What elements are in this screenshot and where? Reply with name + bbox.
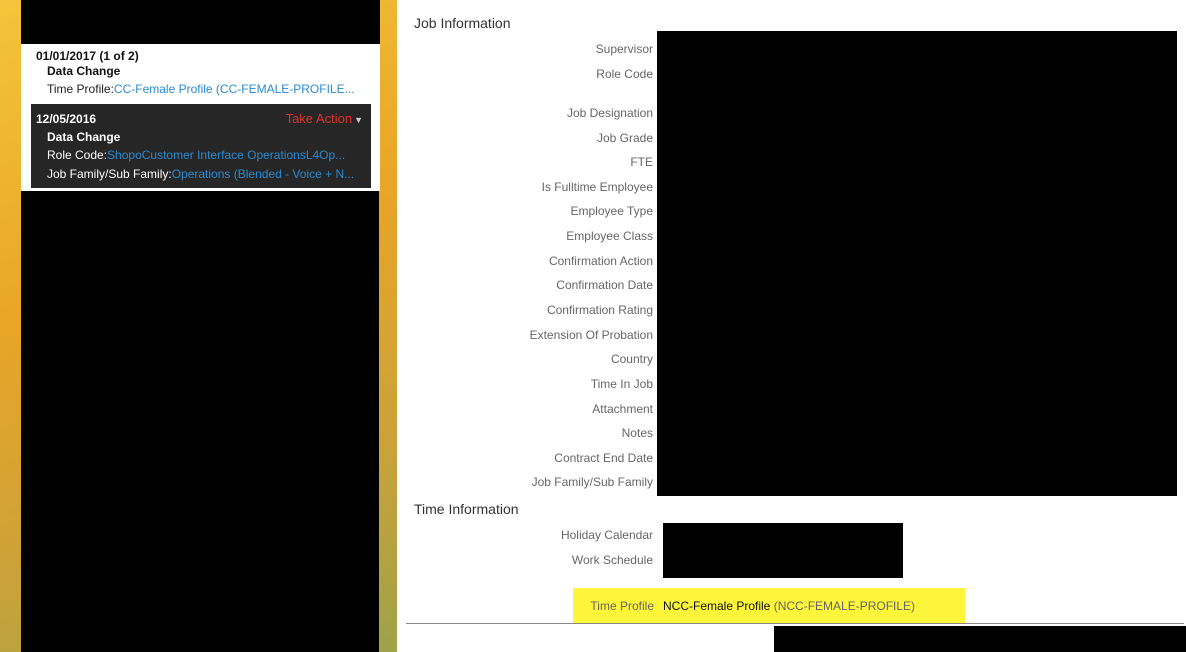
section-divider bbox=[406, 623, 1184, 624]
time-profile-highlight: Time Profile NCC-Female Profile (NCC-FEM… bbox=[573, 588, 965, 623]
country-label: Country bbox=[610, 352, 653, 366]
confirmation-rating-label: Confirmation Rating bbox=[546, 303, 653, 317]
history-entry-selected[interactable]: 12/05/2016 Take Action ▼ Data Change Role… bbox=[31, 104, 371, 188]
work-schedule-label: Work Schedule bbox=[571, 553, 653, 567]
chevron-down-icon[interactable]: ▼ bbox=[354, 115, 363, 125]
extension-of-probation-label: Extension Of Probation bbox=[529, 328, 653, 342]
supervisor-label: Supervisor bbox=[595, 42, 653, 56]
history-entry-type: Data Change bbox=[47, 130, 121, 144]
time-profile-code: (NCC-FEMALE-PROFILE) bbox=[773, 599, 916, 613]
confirmation-action-label: Confirmation Action bbox=[548, 254, 653, 268]
history-entry-field: Role Code:ShopoCustomer Interface Operat… bbox=[47, 148, 365, 162]
history-field-label: Role Code: bbox=[47, 148, 108, 162]
history-entry-field: Job Family/Sub Family:Operations (Blende… bbox=[47, 167, 365, 181]
take-action-label[interactable]: Take Action bbox=[286, 111, 353, 126]
redacted-footer bbox=[774, 626, 1186, 652]
history-field-label: Time Profile: bbox=[47, 82, 114, 96]
attachment-label: Attachment bbox=[592, 402, 653, 416]
time-profile-name: NCC-Female Profile bbox=[663, 599, 771, 613]
history-entry-date: 01/01/2017 (1 of 2) bbox=[36, 49, 139, 63]
change-history-panel: 01/01/2017 (1 of 2) Data Change Time Pro… bbox=[21, 44, 380, 191]
employee-details-panel: Job Information Supervisor Role Code Job… bbox=[397, 0, 1186, 652]
job-family-label: Job Family/Sub Family bbox=[531, 475, 653, 489]
history-field-value-link[interactable]: Operations (Blended - Voice + N... bbox=[172, 167, 354, 181]
confirmation-date-label: Confirmation Date bbox=[556, 278, 653, 292]
history-entry-field: Time Profile:CC-Female Profile (CC-FEMAL… bbox=[47, 82, 357, 96]
time-information-title: Time Information bbox=[414, 501, 519, 517]
contract-end-date-label: Contract End Date bbox=[554, 451, 653, 465]
redacted-block-top bbox=[21, 0, 380, 44]
history-entry-type: Data Change bbox=[47, 64, 121, 78]
employee-type-label: Employee Type bbox=[570, 204, 654, 218]
job-information-title: Job Information bbox=[414, 15, 511, 31]
is-fulltime-label: Is Fulltime Employee bbox=[541, 180, 653, 194]
fte-label: FTE bbox=[630, 155, 653, 169]
holiday-calendar-label: Holiday Calendar bbox=[560, 528, 653, 542]
history-field-label: Job Family/Sub Family: bbox=[47, 167, 172, 181]
notes-label: Notes bbox=[621, 426, 653, 440]
job-designation-label: Job Designation bbox=[566, 106, 653, 120]
history-field-value-link[interactable]: ShopoCustomer Interface OperationsL4Op..… bbox=[107, 148, 345, 162]
time-profile-value: NCC-Female Profile (NCC-FEMALE-PROFILE) bbox=[663, 599, 915, 613]
history-entry-date: 12/05/2016 bbox=[36, 112, 97, 126]
redacted-block-bottom bbox=[21, 191, 379, 652]
employee-class-label: Employee Class bbox=[566, 229, 653, 243]
redacted-time-values bbox=[663, 523, 903, 578]
time-profile-label: Time Profile bbox=[590, 599, 654, 613]
time-in-job-label: Time In Job bbox=[590, 377, 653, 391]
history-field-value-link[interactable]: CC-Female Profile (CC-FEMALE-PROFILE... bbox=[114, 82, 355, 96]
redacted-job-values bbox=[657, 31, 1177, 496]
take-action-dropdown[interactable]: Take Action ▼ bbox=[286, 111, 363, 126]
role-code-label: Role Code bbox=[596, 67, 653, 81]
job-grade-label: Job Grade bbox=[596, 131, 653, 145]
